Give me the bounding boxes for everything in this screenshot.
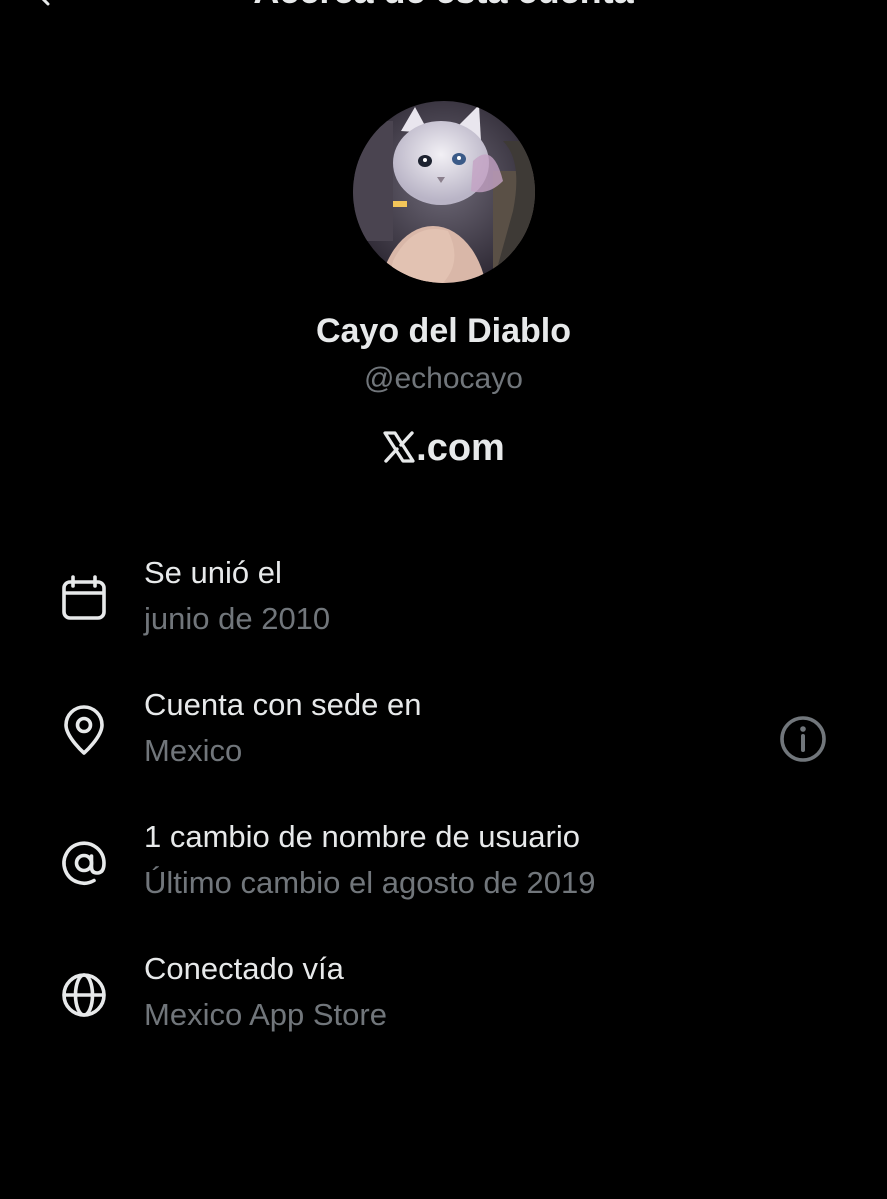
- x-logo-icon: [383, 431, 415, 463]
- at-sign-icon: [62, 841, 106, 885]
- location-label: Cuenta con sede en: [144, 687, 422, 722]
- username-changes-label: 1 cambio de nombre de usuario: [144, 819, 580, 854]
- avatar: [353, 101, 535, 283]
- username-changes-value: Último cambio el agosto de 2019: [144, 865, 596, 900]
- top-bar: Acerca de esta cuenta: [0, 0, 887, 20]
- row-username-changes: 1 cambio de nombre de usuario Último cam…: [0, 819, 887, 919]
- platform-brand: .com: [0, 427, 887, 470]
- location-pin-icon: [64, 705, 104, 755]
- calendar-icon: [62, 575, 106, 620]
- row-joined-date: Se unió el junio de 2010: [0, 555, 887, 655]
- username-handle: @echocayo: [364, 362, 523, 395]
- display-name: Cayo del Diablo: [315, 312, 572, 350]
- page-title: Acerca de esta cuenta: [0, 0, 887, 12]
- connected-via-label: Conectado vía: [144, 951, 344, 986]
- connected-via-value: Mexico App Store: [144, 997, 387, 1032]
- row-account-location: Cuenta con sede en Mexico: [0, 687, 887, 787]
- joined-label: Se unió el: [144, 555, 282, 590]
- joined-value: junio de 2010: [144, 601, 331, 636]
- location-value: Mexico: [144, 733, 243, 768]
- platform-domain-suffix: .com: [416, 427, 505, 469]
- info-icon[interactable]: [777, 713, 829, 765]
- row-connected-via: Conectado vía Mexico App Store: [0, 951, 887, 1051]
- globe-icon: [62, 973, 106, 1017]
